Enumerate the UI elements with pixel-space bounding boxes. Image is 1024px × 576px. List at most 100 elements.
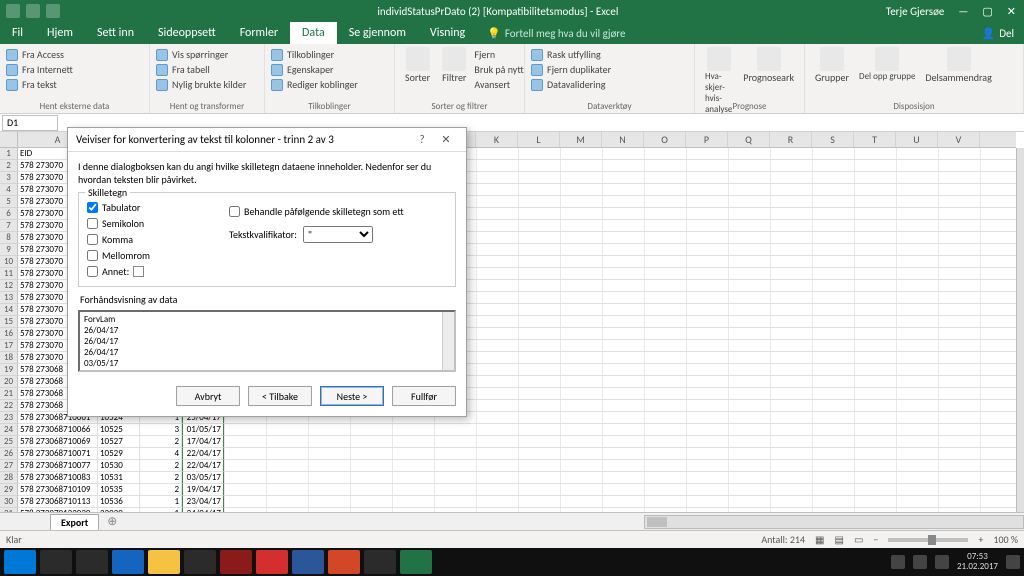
preview-label: Forhåndsvisning av data — [80, 293, 454, 306]
horizontal-scrollbar[interactable] — [644, 515, 1024, 529]
add-sheet-icon[interactable]: ⊕ — [107, 514, 117, 529]
close-icon[interactable]: ✕ — [1007, 5, 1016, 18]
filter-button[interactable]: Filtrer — [438, 47, 470, 92]
edit-links[interactable]: Rediger koblinger — [271, 77, 388, 92]
edge-icon[interactable] — [112, 550, 144, 574]
data-validation[interactable]: Datavalidering — [531, 77, 688, 92]
table-row[interactable]: 27578 27306871007710530222/04/17 — [0, 460, 1016, 472]
text-to-columns-dialog: Veiviser for konvertering av tekst til k… — [67, 127, 467, 417]
ribbon-body: Fra Access Fra Internett Fra tekst Hent … — [0, 44, 1024, 114]
taskbar-clock[interactable]: 07:5321.02.2017 — [957, 552, 998, 572]
chk-space[interactable]: Mellomrom — [87, 249, 447, 262]
advanced-filter[interactable]: Avansert — [474, 77, 523, 92]
table-icon — [156, 64, 168, 76]
subtotal-button[interactable]: Delsammendrag — [921, 47, 995, 84]
table-row[interactable]: 25578 27306871006910527217/04/17 — [0, 436, 1016, 448]
zoom-in[interactable]: + — [978, 533, 983, 546]
explorer-icon[interactable] — [148, 550, 180, 574]
tab-sideoppsett[interactable]: Sideoppsett — [146, 22, 228, 44]
from-access[interactable]: Fra Access — [6, 47, 143, 62]
chk-consecutive[interactable]: Behandle påfølgende skilletegn som ett — [229, 205, 404, 218]
finish-button[interactable]: Fullfør — [392, 386, 456, 406]
view-normal-icon[interactable]: ▦ — [815, 533, 824, 546]
save-icon[interactable] — [6, 4, 20, 18]
other-delimiter-input[interactable] — [133, 266, 144, 277]
mega-icon[interactable] — [256, 550, 288, 574]
text-qualifier-select[interactable]: " — [303, 226, 373, 243]
tray-chevron-icon[interactable] — [891, 555, 905, 569]
tab-settinn[interactable]: Sett inn — [85, 22, 146, 44]
next-button[interactable]: Neste > — [320, 386, 384, 406]
status-ready: Klar — [6, 533, 22, 546]
cancel-button[interactable]: Avbryt — [176, 386, 240, 406]
view-layout-icon[interactable]: ▤ — [835, 533, 844, 546]
tab-formler[interactable]: Formler — [228, 22, 290, 44]
tab-visning[interactable]: Visning — [418, 22, 477, 44]
start-icon[interactable] — [4, 550, 36, 574]
excel-icon[interactable] — [400, 550, 432, 574]
quick-access — [0, 4, 110, 18]
flash-fill[interactable]: Rask utfylling — [531, 47, 688, 62]
tab-fil[interactable]: Fil — [0, 22, 35, 44]
restore-icon[interactable]: ▢ — [982, 5, 992, 18]
worksheet[interactable]: A B C D E F G H I J K L M N O P Q R S T … — [0, 132, 1024, 530]
tell-me[interactable]: 💡 Fortell meg hva du vil gjøre — [477, 22, 635, 44]
table-row[interactable]: 30578 27306871011310536123/04/17 — [0, 496, 1016, 508]
sort-button[interactable]: Sorter — [401, 47, 434, 92]
from-text[interactable]: Fra tekst — [6, 77, 143, 92]
undo-icon[interactable] — [26, 4, 40, 18]
preview-box: ForvLam 26/04/17 26/04/17 26/04/17 03/05… — [78, 310, 456, 372]
table-row[interactable]: 26578 27306871007110529422/04/17 — [0, 448, 1016, 460]
chrome-icon[interactable] — [364, 550, 396, 574]
vertical-scrollbar[interactable] — [1016, 148, 1024, 512]
ribbon-tabs: Fil Hjem Sett inn Sideoppsett Formler Da… — [0, 22, 1024, 44]
delimiters-fieldset: Skilletegn Tabulator Semikolon Komma Mel… — [78, 192, 456, 287]
taskview-icon[interactable] — [76, 550, 108, 574]
table-row[interactable]: 28578 27306871008310531203/05/17 — [0, 472, 1016, 484]
name-box[interactable] — [2, 115, 58, 131]
group-button[interactable]: Grupper — [811, 47, 853, 84]
tab-hjem[interactable]: Hjem — [35, 22, 85, 44]
minimize-icon[interactable]: — — [958, 5, 968, 18]
preview-scrollbar[interactable] — [442, 312, 454, 370]
redo-icon[interactable] — [46, 4, 60, 18]
remove-dupes[interactable]: Fjern duplikater — [531, 62, 688, 77]
tray-network-icon[interactable] — [913, 555, 927, 569]
view-break-icon[interactable]: ▭ — [854, 533, 863, 546]
editlink-icon — [271, 79, 283, 91]
clear-filter[interactable]: Fjern — [474, 47, 523, 62]
from-table[interactable]: Fra tabell — [156, 62, 258, 77]
share-button[interactable]: 👤 Del — [982, 22, 1024, 44]
tab-segjennom[interactable]: Se gjennom — [337, 22, 418, 44]
recent-icon — [156, 79, 168, 91]
window-title: individStatusPrDato (2) [Kompatibilitets… — [110, 5, 886, 18]
recent-sources[interactable]: Nylig brukte kilder — [156, 77, 258, 92]
show-queries[interactable]: Vis spørringer — [156, 47, 258, 62]
table-row[interactable]: 24578 27306871006610525301/05/17 — [0, 424, 1016, 436]
chk-other[interactable]: Annet: — [87, 265, 447, 278]
word-icon[interactable] — [292, 550, 324, 574]
zoom-out[interactable]: − — [873, 533, 878, 546]
dialog-close-icon[interactable]: ✕ — [434, 133, 458, 146]
text-icon — [6, 79, 18, 91]
app-icon[interactable] — [220, 550, 252, 574]
store-icon[interactable] — [184, 550, 216, 574]
tray-notifications-icon[interactable] — [1006, 555, 1020, 569]
from-web[interactable]: Fra Internett — [6, 62, 143, 77]
tab-data[interactable]: Data — [290, 22, 337, 44]
properties[interactable]: Egenskaper — [271, 62, 388, 77]
ungroup-button[interactable]: Del opp gruppe — [855, 47, 919, 84]
dialog-help-icon[interactable]: ? — [410, 133, 434, 146]
sheet-tab-export[interactable]: Export — [50, 514, 99, 530]
powerpoint-icon[interactable] — [328, 550, 360, 574]
queries-icon — [156, 49, 168, 61]
connections[interactable]: Tilkoblinger — [271, 47, 388, 62]
search-icon[interactable] — [40, 550, 72, 574]
tray-volume-icon[interactable] — [935, 555, 949, 569]
reapply-filter[interactable]: Bruk på nytt — [474, 62, 523, 77]
back-button[interactable]: < Tilbake — [248, 386, 312, 406]
text-qualifier-label: Tekstkvalifikator: — [229, 228, 297, 241]
link-icon — [271, 49, 283, 61]
table-row[interactable]: 29578 27306871010910535219/04/17 — [0, 484, 1016, 496]
zoom-slider[interactable] — [888, 538, 968, 542]
